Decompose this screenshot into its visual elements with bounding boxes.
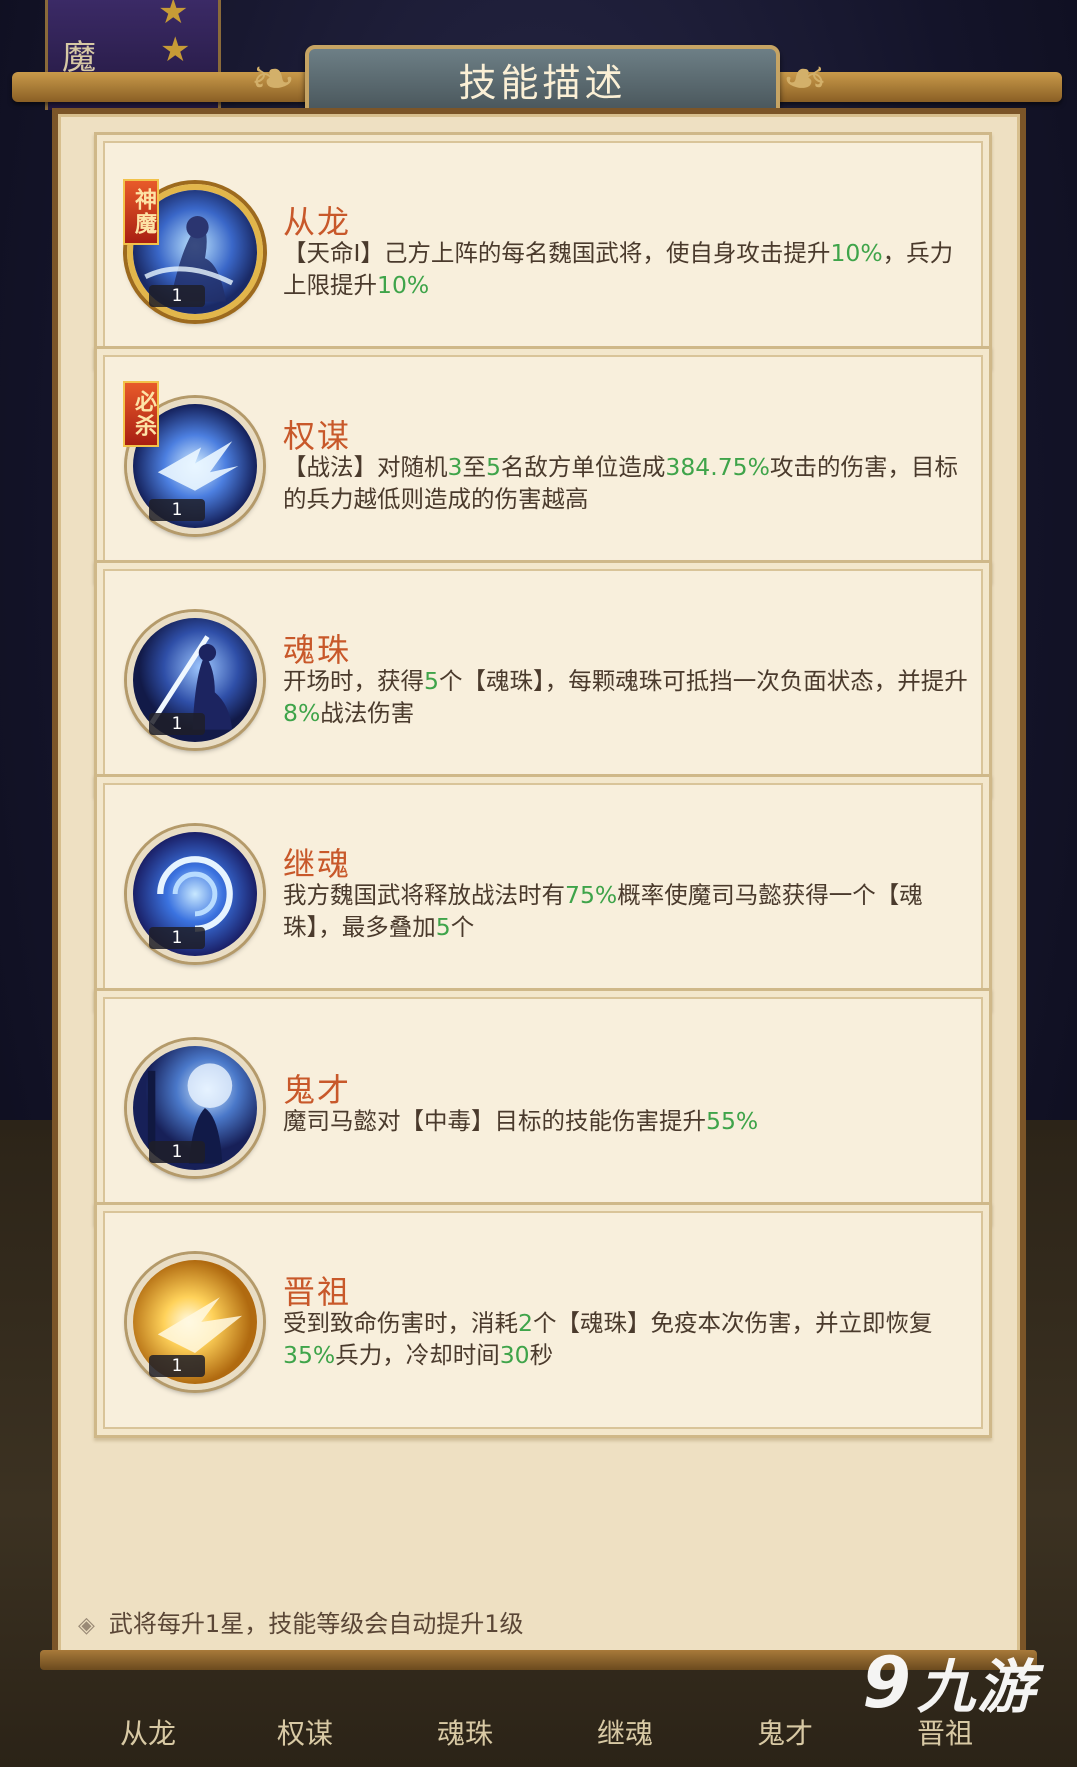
description-text: 个【魂珠】，每颗魂珠可抵挡一次负面状态，并提升: [438, 667, 968, 695]
highlight-value: 5: [485, 453, 501, 481]
description-text: 我方魏国武将释放战法时有: [283, 881, 565, 909]
diamond-bullet-icon: ◈: [78, 1613, 95, 1638]
description-text: 【天命Ⅰ】己方上阵的每名魏国武将，使自身攻击提升: [283, 239, 831, 267]
skill-description: 受到致命伤害时，消耗2个【魂珠】免疫本次伤害，并立即恢复 35%兵力，冷却时间30…: [283, 1307, 969, 1371]
bottom-tab-hunzhu[interactable]: 魂珠: [405, 1712, 525, 1752]
skill-description: 【天命Ⅰ】己方上阵的每名魏国武将，使自身攻击提升10%，兵力上限提升10%: [283, 237, 969, 301]
description-text: 【战法】对随机: [283, 453, 448, 481]
highlight-value: 30: [499, 1341, 530, 1369]
skill-card: 1 继魂 我方魏国武将释放战法时有75%概率使魔司马懿获得一个【魂珠】，最多叠加…: [94, 774, 992, 1010]
footer-note-text: 武将每升1星，技能等级会自动提升1级: [108, 1610, 524, 1638]
watermark-mark: 9: [862, 1642, 913, 1724]
skill-tag: 神魔: [123, 179, 159, 245]
skill-level-badge: 1: [149, 927, 205, 949]
star-icon: ★: [160, 30, 191, 70]
description-text: 至: [462, 453, 486, 481]
skill-level-badge: 1: [149, 285, 205, 307]
highlight-value: 2: [518, 1309, 533, 1337]
highlight-value: 5: [435, 913, 451, 941]
skill-level-badge: 1: [149, 499, 205, 521]
bottom-tab-quanmou[interactable]: 权谋: [245, 1712, 365, 1752]
skill-description: 魔司马懿对【中毒】目标的技能伤害提升55%: [283, 1105, 969, 1137]
watermark-logo: 9九游: [862, 1640, 1037, 1724]
footer-note: ◈ 武将每升1星，技能等级会自动提升1级: [78, 1604, 523, 1639]
highlight-value: 3: [447, 453, 463, 481]
skill-card: 1 鬼才 魔司马懿对【中毒】目标的技能伤害提升55%: [94, 988, 992, 1224]
highlight-value: 10%: [377, 271, 430, 299]
highlight-value: 75%: [565, 881, 618, 909]
description-text: 个【魂珠】免疫本次伤害，并立即恢复: [532, 1309, 933, 1337]
skill-level-badge: 1: [149, 1355, 205, 1377]
description-text: 兵力，冷却时间: [335, 1341, 500, 1369]
skill-description: 我方魏国武将释放战法时有75%概率使魔司马懿获得一个【魂珠】，最多叠加5个: [283, 879, 969, 943]
description-text: 开场时，获得: [283, 667, 424, 695]
bottom-tab-guicai[interactable]: 鬼才: [725, 1712, 845, 1752]
highlight-value: 8%: [283, 699, 321, 727]
skill-level-badge: 1: [149, 713, 205, 735]
skill-card: 1 晋祖 受到致命伤害时，消耗2个【魂珠】免疫本次伤害，并立即恢复35%兵力，冷…: [94, 1202, 992, 1438]
skill-description: 开场时，获得5个【魂珠】，每颗魂珠可抵挡一次负面状态，并提升 8%战法伤害: [283, 665, 969, 729]
skill-description-panel: 1 神魔 从龙 【天命Ⅰ】己方上阵的每名魏国武将，使自身攻击提升10%，兵力上限…: [52, 108, 1026, 1665]
skill-card: 1 魂珠 开场时，获得5个【魂珠】，每颗魂珠可抵挡一次负面状态，并提升8%战法伤…: [94, 560, 992, 796]
skill-description: 【战法】对随机3至5名敌方单位造成384.75%攻击的伤害，目标的兵力越低则造成…: [283, 451, 969, 515]
watermark-text: 九游: [916, 1653, 1037, 1721]
skill-level-badge: 1: [149, 1141, 205, 1163]
description-text: 战法伤害: [320, 699, 415, 727]
highlight-value: 10%: [830, 239, 883, 267]
description-text: 名敌方单位造成: [500, 453, 666, 481]
description-text: 受到致命伤害时，消耗: [283, 1309, 518, 1337]
skill-tag: 必杀: [123, 381, 159, 447]
description-text: 个: [450, 913, 475, 941]
skill-card: 1 神魔 从龙 【天命Ⅰ】己方上阵的每名魏国武将，使自身攻击提升10%，兵力上限…: [94, 132, 992, 368]
skill-card: 1 必杀 权谋 【战法】对随机3至5名敌方单位造成384.75%攻击的伤害，目标…: [94, 346, 992, 582]
description-text: 秒: [529, 1341, 554, 1369]
highlight-value: 55%: [706, 1107, 759, 1135]
highlight-value: 384.75%: [665, 453, 770, 481]
highlight-value: 35%: [283, 1341, 336, 1369]
description-text: 魔司马懿对【中毒】目标的技能伤害提升: [283, 1107, 706, 1135]
bottom-tab-conglong[interactable]: 从龙: [88, 1712, 208, 1752]
bottom-tab-jihun[interactable]: 继魂: [565, 1712, 685, 1752]
star-icon: ★: [158, 0, 189, 32]
highlight-value: 5: [424, 667, 439, 695]
